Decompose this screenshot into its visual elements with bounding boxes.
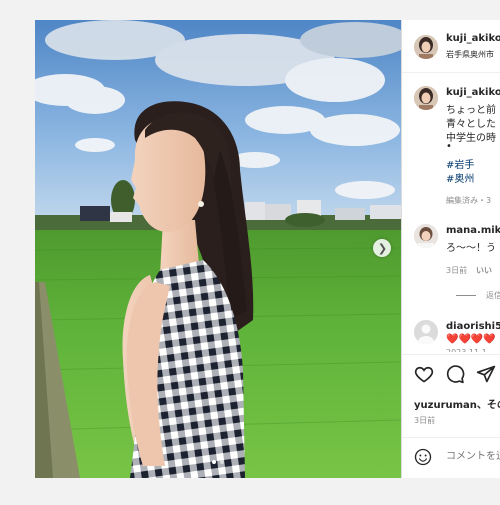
hashtag-link[interactable]: #奥州	[446, 170, 474, 185]
chevron-right-icon: ❯	[377, 241, 388, 255]
avatar[interactable]	[414, 35, 438, 59]
post-image	[35, 20, 401, 478]
comment-partial: 2023 11 1	[446, 348, 487, 352]
comment-username[interactable]: mana.miki	[446, 225, 500, 236]
default-avatar-icon	[414, 320, 438, 344]
header-divider	[402, 72, 500, 73]
carousel-next-button[interactable]: ❯	[373, 239, 391, 257]
commenter-avatar[interactable]	[414, 320, 438, 344]
hashtag-link[interactable]: #岩手	[446, 156, 474, 171]
caption-line: 中学生の時	[446, 133, 496, 144]
post-side-panel: kuji_akiko 岩手県奥州市 kuji_akiko ちょっと前 青々とした…	[401, 20, 500, 478]
emoji-icon[interactable]	[414, 448, 432, 466]
carousel-indicator	[35, 460, 401, 464]
carousel-dot	[220, 460, 224, 464]
liked-by-text[interactable]: yuzuruman、その	[414, 396, 500, 411]
comment-box-divider	[402, 437, 500, 438]
heart-icon[interactable]	[414, 364, 434, 384]
comment-input[interactable]	[446, 451, 500, 462]
caption-meta: 編集済み・3	[446, 196, 492, 205]
caption-username[interactable]: kuji_akiko	[446, 87, 500, 98]
post-modal: ❯ kuji_akiko 岩手県奥州市 kuji_akiko ちょっと前 青々と…	[35, 20, 500, 478]
paper-plane-icon[interactable]	[476, 364, 496, 384]
caption-avatar[interactable]	[414, 86, 438, 110]
post-photo[interactable]: ❯	[35, 20, 401, 478]
view-replies-button[interactable]: 返信	[486, 290, 500, 301]
avatar-image	[414, 86, 438, 110]
carousel-dot	[212, 460, 216, 464]
comment-time: 3日前	[446, 266, 468, 275]
caption-line: 青々とした	[446, 119, 496, 130]
comment-text: ろ〜〜！う	[446, 243, 496, 254]
avatar-image	[414, 224, 438, 248]
comment-like-link[interactable]: いい	[476, 265, 492, 276]
actions-divider	[402, 354, 500, 355]
post-author-username[interactable]: kuji_akiko	[446, 33, 500, 44]
replies-line	[456, 295, 476, 296]
comment-icon[interactable]	[445, 364, 465, 384]
post-location[interactable]: 岩手県奥州市	[446, 49, 494, 60]
caption-line: •	[446, 141, 452, 152]
avatar-image	[414, 35, 438, 59]
caption-line: ちょっと前	[446, 105, 496, 116]
comment-username[interactable]: diaorishi5	[446, 321, 500, 332]
commenter-avatar[interactable]	[414, 224, 438, 248]
comment-text: ❤️❤️❤️❤️	[446, 334, 496, 345]
post-age[interactable]: 3日前	[414, 415, 435, 426]
